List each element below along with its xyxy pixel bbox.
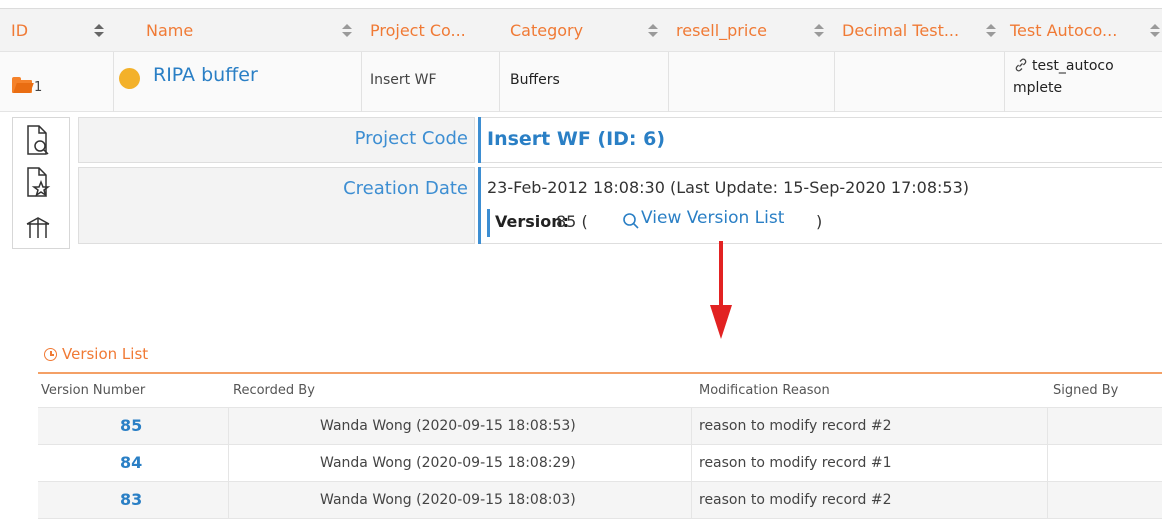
- creation-date-label: Creation Date: [343, 178, 468, 199]
- version-accent-bar: [487, 209, 490, 237]
- version-number-link[interactable]: 85: [120, 416, 142, 435]
- column-header-decimal-test[interactable]: Decimal Test...: [842, 9, 959, 53]
- sort-icon[interactable]: [814, 24, 824, 38]
- version-paren-close: ): [816, 212, 823, 231]
- column-divider: [668, 52, 669, 112]
- recorded-by: Wanda Wong (2020-09-15 18:08:53): [320, 418, 576, 434]
- column-header-id[interactable]: ID: [11, 9, 28, 53]
- project-code-value: Insert WF (ID: 6): [487, 128, 666, 150]
- modification-reason: reason to modify record #2: [699, 418, 892, 434]
- sort-icon[interactable]: [342, 24, 352, 38]
- table-row[interactable]: [38, 482, 1162, 519]
- sort-icon[interactable]: [1150, 24, 1160, 38]
- version-number-link[interactable]: 84: [120, 453, 142, 472]
- value-accent-bar: [478, 167, 481, 244]
- column-divider: [499, 52, 500, 112]
- version-list-title: Version List: [62, 345, 149, 363]
- version-list-header-bar: [38, 339, 1162, 374]
- creation-date-value: 23-Feb-2012 18:08:30 (Last Update: 15-Se…: [487, 178, 970, 197]
- recorded-by: Wanda Wong (2020-09-15 18:08:03): [320, 492, 576, 508]
- row-category: Buffers: [510, 72, 560, 88]
- version-list-table-header: [38, 376, 1162, 408]
- recorded-by: Wanda Wong (2020-09-15 18:08:29): [320, 455, 576, 471]
- search-icon[interactable]: [622, 212, 640, 234]
- column-divider: [361, 52, 362, 112]
- modification-reason: reason to modify record #1: [699, 455, 892, 471]
- column-header-version-number[interactable]: Version Number: [41, 383, 145, 398]
- view-version-list-link[interactable]: View Version List: [641, 208, 784, 228]
- column-header-category[interactable]: Category: [510, 9, 583, 53]
- folder-open-icon[interactable]: [12, 77, 32, 93]
- row-test-autocomplete: test_autoco: [1032, 58, 1114, 74]
- row-name-link[interactable]: RIPA buffer: [153, 64, 258, 86]
- project-code-label: Project Code: [354, 128, 468, 149]
- project-code-label-cell: Project Code: [78, 117, 475, 163]
- favorite-record-icon[interactable]: [24, 166, 52, 200]
- clock-icon: [44, 348, 57, 361]
- grid-header: ID Name Project Co... Category resell_pr…: [0, 8, 1162, 52]
- column-divider: [834, 52, 835, 112]
- column-divider: [1004, 52, 1005, 112]
- link-icon: [1013, 57, 1029, 77]
- status-dot: [119, 68, 140, 89]
- row-test-autocomplete-wrap: mplete: [1013, 80, 1063, 96]
- share-record-icon[interactable]: [24, 210, 52, 244]
- sort-icon[interactable]: [94, 24, 104, 38]
- column-header-test-autocomplete[interactable]: Test Autoco...: [1010, 9, 1117, 53]
- column-header-signed-by[interactable]: Signed By: [1053, 383, 1118, 398]
- column-divider: [691, 408, 692, 519]
- sort-icon[interactable]: [986, 24, 996, 38]
- view-record-icon[interactable]: [24, 124, 52, 158]
- column-header-name[interactable]: Name: [146, 9, 193, 53]
- row-project-code: Insert WF: [370, 72, 437, 88]
- column-header-resell-price[interactable]: resell_price: [676, 9, 767, 53]
- column-header-modification-reason[interactable]: Modification Reason: [699, 383, 830, 398]
- modification-reason: reason to modify record #2: [699, 492, 892, 508]
- value-accent-bar: [478, 117, 481, 163]
- table-row[interactable]: [38, 445, 1162, 482]
- sort-icon[interactable]: [648, 24, 658, 38]
- creation-date-label-cell: Creation Date: [78, 167, 475, 244]
- version-number-link[interactable]: 83: [120, 490, 142, 509]
- column-header-recorded-by[interactable]: Recorded By: [233, 383, 315, 398]
- column-header-project-code[interactable]: Project Co...: [370, 9, 466, 53]
- record-action-toolbar: [12, 117, 70, 249]
- column-divider: [113, 52, 114, 112]
- table-row[interactable]: [38, 408, 1162, 445]
- annotation-arrow-head: [710, 305, 732, 339]
- row-id: 1: [34, 80, 43, 95]
- version-number: 85 (: [556, 212, 588, 231]
- column-divider: [228, 408, 229, 519]
- annotation-arrow: [719, 241, 723, 308]
- column-divider: [1047, 408, 1048, 519]
